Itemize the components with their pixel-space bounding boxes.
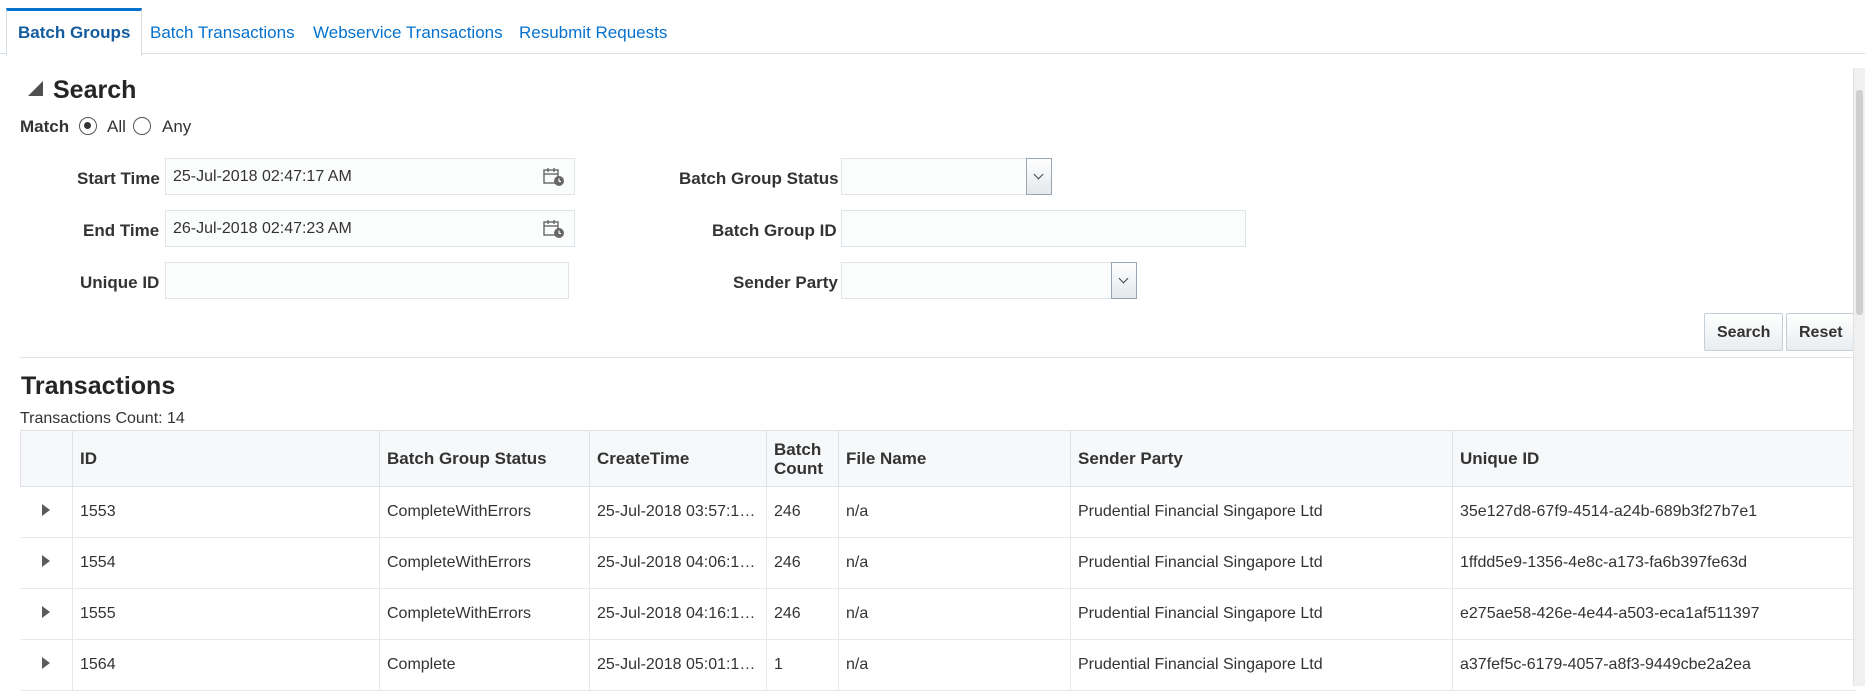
tab-webservice-transactions[interactable]: Webservice Transactions	[313, 10, 503, 52]
cell-status: CompleteWithErrors	[379, 588, 590, 640]
start-time-field[interactable]: 25-Jul-2018 02:47:17 AM	[165, 158, 575, 195]
batch-group-id-label: Batch Group ID	[712, 221, 837, 240]
match-label: Match	[20, 117, 70, 136]
batch-group-status-label: Batch Group Status	[679, 169, 839, 188]
transactions-table: ID Batch Group Status CreateTime Batch C…	[20, 430, 1856, 691]
column-header-sender-party[interactable]: Sender Party	[1070, 430, 1453, 487]
cell-status: CompleteWithErrors	[379, 486, 590, 538]
chevron-down-icon[interactable]	[1111, 262, 1137, 299]
end-time-field[interactable]: 26-Jul-2018 02:47:23 AM	[165, 210, 575, 247]
transactions-count: Transactions Count: 14	[20, 410, 185, 427]
cell-file-name: n/a	[838, 639, 1071, 691]
cell-unique-id: e275ae58-426e-4e44-a503-eca1af511397	[1452, 588, 1856, 640]
end-time-label: End Time	[83, 221, 160, 240]
column-header-file-name[interactable]: File Name	[838, 430, 1071, 487]
tab-batch-transactions[interactable]: Batch Transactions	[150, 10, 295, 52]
cell-status: Complete	[379, 639, 590, 691]
table-row[interactable]: 1553 CompleteWithErrors 25-Jul-2018 03:5…	[20, 486, 1856, 538]
match-all-label: All	[107, 117, 126, 136]
divider	[20, 357, 1855, 358]
end-time-value: 26-Jul-2018 02:47:23 AM	[173, 220, 352, 237]
scrollbar-thumb[interactable]	[1856, 90, 1863, 315]
collapse-triangle-icon[interactable]	[28, 81, 43, 96]
calendar-icon[interactable]	[543, 167, 565, 187]
calendar-icon[interactable]	[543, 219, 565, 239]
cell-file-name: n/a	[838, 537, 1071, 589]
cell-sender-party: Prudential Financial Singapore Ltd	[1070, 537, 1453, 589]
cell-create-time: 25-Jul-2018 04:16:1…	[589, 588, 767, 640]
start-time-value: 25-Jul-2018 02:47:17 AM	[173, 168, 352, 185]
unique-id-field[interactable]	[165, 262, 569, 299]
batch-group-id-field[interactable]	[841, 210, 1246, 247]
cell-unique-id: 1ffdd5e9-1356-4e8c-a173-fa6b397fe63d	[1452, 537, 1856, 589]
batch-group-status-select[interactable]	[841, 158, 1052, 195]
search-button[interactable]: Search	[1704, 313, 1784, 351]
vertical-scrollbar[interactable]	[1853, 68, 1865, 686]
expand-column-header	[20, 430, 73, 487]
expand-row-icon[interactable]	[20, 537, 73, 589]
reset-button[interactable]: Reset	[1786, 313, 1856, 351]
cell-batch-count: 246	[766, 537, 839, 589]
cell-file-name: n/a	[838, 588, 1071, 640]
tab-bar: Batch Groups Batch Transactions Webservi…	[0, 0, 1865, 56]
cell-id: 1553	[72, 486, 380, 538]
cell-status: CompleteWithErrors	[379, 537, 590, 589]
table-header-row: ID Batch Group Status CreateTime Batch C…	[20, 430, 1856, 487]
cell-batch-count: 1	[766, 639, 839, 691]
start-time-label: Start Time	[77, 169, 160, 188]
cell-create-time: 25-Jul-2018 04:06:1…	[589, 537, 767, 589]
table-row[interactable]: 1555 CompleteWithErrors 25-Jul-2018 04:1…	[20, 588, 1856, 640]
cell-batch-count: 246	[766, 588, 839, 640]
chevron-down-icon[interactable]	[1026, 158, 1052, 195]
cell-create-time: 25-Jul-2018 05:01:1…	[589, 639, 767, 691]
column-header-status[interactable]: Batch Group Status	[379, 430, 590, 487]
expand-row-icon[interactable]	[20, 588, 73, 640]
transactions-title: Transactions	[21, 372, 176, 400]
table-row[interactable]: 1564 Complete 25-Jul-2018 05:01:1… 1 n/a…	[20, 639, 1856, 691]
tab-batch-groups[interactable]: Batch Groups	[6, 8, 143, 56]
match-any-radio[interactable]	[133, 117, 151, 135]
column-header-id[interactable]: ID	[72, 430, 380, 487]
cell-unique-id: a37fef5c-6179-4057-a8f3-9449cbe2a2ea	[1452, 639, 1856, 691]
cell-unique-id: 35e127d8-67f9-4514-a24b-689b3f27b7e1	[1452, 486, 1856, 538]
column-header-create-time[interactable]: CreateTime	[589, 430, 767, 487]
cell-file-name: n/a	[838, 486, 1071, 538]
expand-row-icon[interactable]	[20, 486, 73, 538]
match-any-label: Any	[162, 117, 192, 136]
cell-id: 1554	[72, 537, 380, 589]
unique-id-label: Unique ID	[80, 273, 160, 292]
expand-row-icon[interactable]	[20, 639, 73, 691]
column-header-unique-id[interactable]: Unique ID	[1452, 430, 1856, 487]
column-header-batch-count[interactable]: Batch Count	[766, 430, 839, 487]
cell-id: 1555	[72, 588, 380, 640]
cell-batch-count: 246	[766, 486, 839, 538]
cell-sender-party: Prudential Financial Singapore Ltd	[1070, 588, 1453, 640]
match-all-radio[interactable]	[79, 117, 97, 135]
cell-create-time: 25-Jul-2018 03:57:1…	[589, 486, 767, 538]
search-title: Search	[53, 76, 137, 104]
cell-sender-party: Prudential Financial Singapore Ltd	[1070, 486, 1453, 538]
tab-resubmit-requests[interactable]: Resubmit Requests	[519, 10, 667, 52]
table-row[interactable]: 1554 CompleteWithErrors 25-Jul-2018 04:0…	[20, 537, 1856, 589]
cell-id: 1564	[72, 639, 380, 691]
sender-party-select[interactable]	[841, 262, 1137, 299]
cell-sender-party: Prudential Financial Singapore Ltd	[1070, 639, 1453, 691]
sender-party-label: Sender Party	[733, 273, 838, 292]
